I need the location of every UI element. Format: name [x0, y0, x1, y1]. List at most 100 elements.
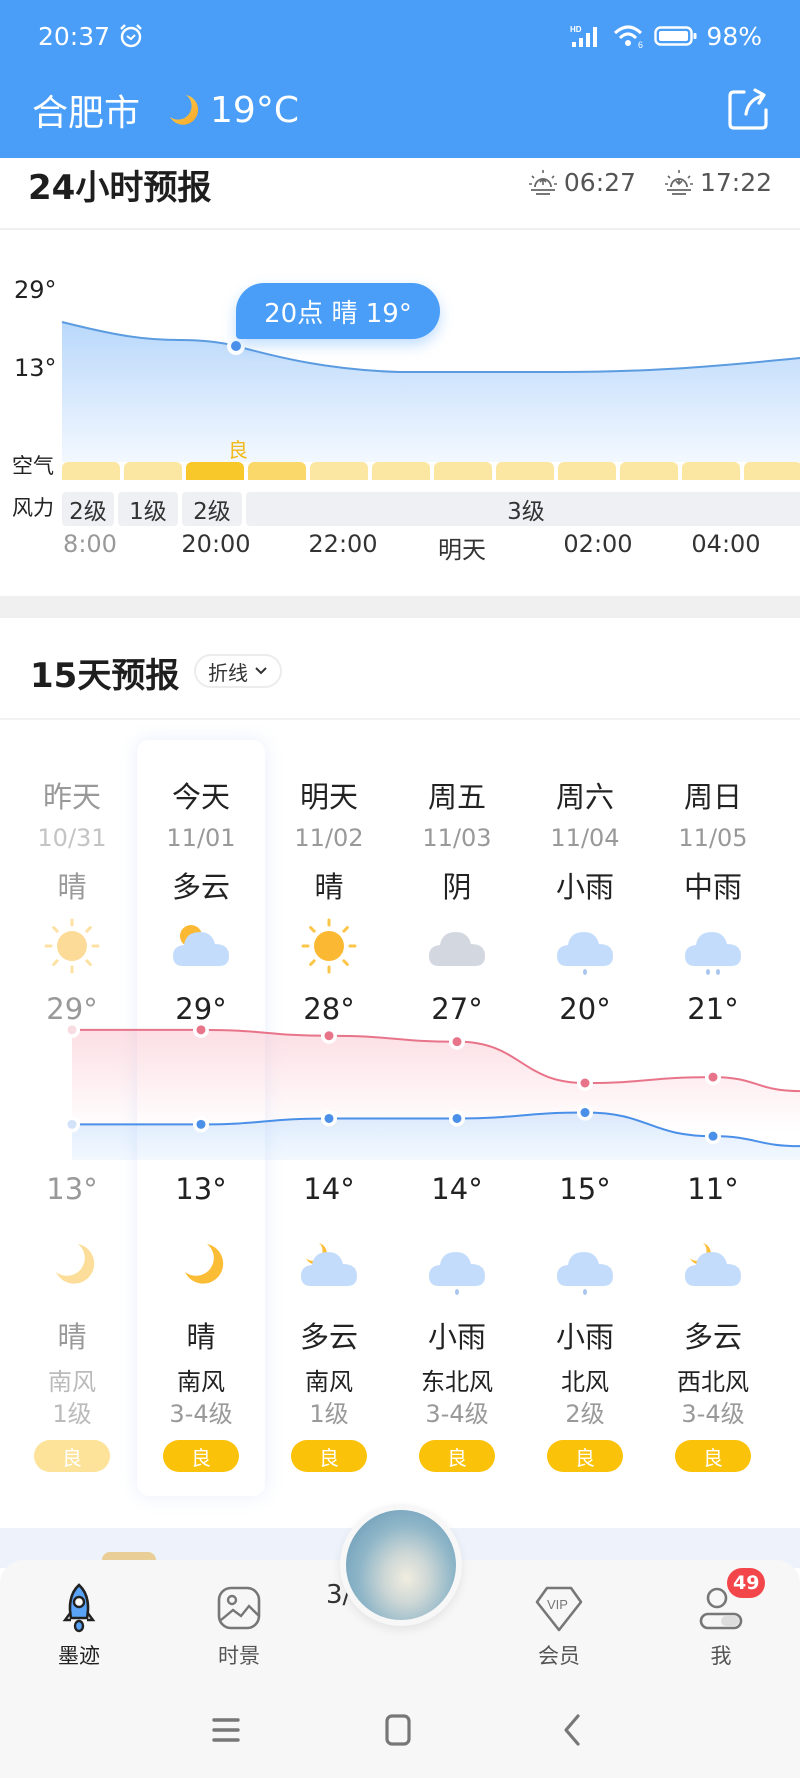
- status-time: 20:37: [38, 21, 111, 51]
- cloudy-night-icon: [685, 1243, 741, 1286]
- cloudy-night-icon: [301, 1243, 357, 1286]
- nav-label: 时景: [218, 1644, 260, 1668]
- wind-direction: 南风: [177, 1368, 225, 1396]
- day-name: 今天: [171, 780, 230, 814]
- day-column[interactable]: 明天 11/02 晴 28° 14° 多云 南风 1级 良: [265, 740, 393, 1496]
- nav-label: 墨迹: [58, 1644, 100, 1668]
- low-temp: 14°: [303, 1172, 355, 1206]
- hourly-title: 24小时预报: [28, 168, 212, 208]
- alarm-clock-icon: [120, 24, 142, 48]
- day-weather: 多云: [171, 870, 230, 904]
- chart-mode-dropdown[interactable]: 折线: [194, 654, 282, 688]
- partly-cloudy-icon: [173, 925, 229, 966]
- day-column[interactable]: 周六 11/04 小雨 20° 15° 小雨 北风 2级 良: [521, 740, 649, 1496]
- aq-cell: [496, 462, 554, 480]
- sun-times: 06:27 17:22: [510, 168, 772, 197]
- aqi-badge: 良: [291, 1440, 367, 1472]
- menu-icon[interactable]: [206, 1710, 246, 1750]
- moon-icon: [185, 1244, 224, 1284]
- day-weather-icon: [425, 914, 489, 978]
- nav-item-me[interactable]: 49 我: [666, 1568, 776, 1670]
- vip-icon: VIP: [535, 1586, 583, 1632]
- aqi-badge: 良: [34, 1440, 110, 1472]
- aq-cell: [558, 462, 616, 480]
- day-column[interactable]: 今天 11/01 多云 29° 13° 晴 南风 3-4级 良: [137, 740, 265, 1496]
- sun-icon: [44, 918, 100, 974]
- time-label: 04:00: [691, 530, 761, 558]
- home-icon[interactable]: [378, 1710, 418, 1750]
- day-date: 10/31: [37, 824, 107, 852]
- picture-icon: [217, 1586, 261, 1630]
- night-weather-icon: [40, 1234, 104, 1298]
- day-date: 11/03: [422, 824, 492, 852]
- high-temp: 20°: [559, 992, 611, 1026]
- night-weather: 多云: [299, 1320, 358, 1354]
- sunset-time: 17:22: [699, 168, 772, 197]
- signal-icon: HD: [570, 25, 598, 47]
- location-row[interactable]: 合肥市 19°C: [32, 84, 299, 136]
- divider: [0, 718, 800, 720]
- day-date: 11/05: [678, 824, 748, 852]
- aq-cell: [682, 462, 740, 480]
- low-temp: 13°: [175, 1172, 227, 1206]
- wind-direction: 西北风: [677, 1368, 749, 1396]
- daily-forecast-section: 15天预报 折线 昨天 10/31 晴 29° 13° 晴 南风 1级 良 今天…: [0, 618, 800, 1518]
- aq-cell: [372, 462, 430, 480]
- aqi-badge: 良: [163, 1440, 239, 1472]
- day-weather-icon: [297, 914, 361, 978]
- wifi-icon: 6: [614, 25, 643, 49]
- low-temp: 15°: [559, 1172, 611, 1206]
- day-column[interactable]: 昨天 10/31 晴 29° 13° 晴 南风 1级 良: [8, 740, 136, 1496]
- nav-item-vip[interactable]: VIP 会员: [504, 1582, 614, 1670]
- night-weather: 小雨: [555, 1320, 614, 1354]
- high-temp: 28°: [303, 992, 355, 1026]
- night-weather: 多云: [683, 1320, 742, 1354]
- nav-item-shijing[interactable]: 时景: [184, 1582, 294, 1670]
- night-weather-icon: [425, 1234, 489, 1298]
- aqi-badge: 良: [419, 1440, 495, 1472]
- aqi-badge: 良: [547, 1440, 623, 1472]
- wind-level: 3-4级: [681, 1400, 745, 1428]
- aq-cell: [744, 462, 800, 480]
- aq-cell: [434, 462, 492, 480]
- light-rain-icon: [557, 1252, 613, 1295]
- sunrise-icon: [528, 169, 557, 195]
- chevron-down-icon: [255, 667, 267, 675]
- city-name[interactable]: 合肥市: [32, 84, 140, 136]
- share-icon[interactable]: [724, 84, 772, 132]
- nav-item-moji[interactable]: 墨迹: [24, 1582, 134, 1670]
- sunrise-time: 06:27: [563, 168, 636, 197]
- wind-cell: 2级: [62, 492, 114, 526]
- day-weather: 晴: [314, 870, 344, 904]
- day-name: 周日: [683, 780, 742, 814]
- nav-label: 我: [710, 1644, 732, 1668]
- hourly-time-axis: 8:00 20:00 22:00 明天 02:00 04:00: [0, 530, 800, 570]
- wind-level: 2级: [565, 1400, 605, 1428]
- day-name: 周五: [427, 780, 486, 814]
- aq-cell: [620, 462, 678, 480]
- wind-direction: 北风: [561, 1368, 609, 1396]
- day-column[interactable]: 周五 11/03 阴 27° 14° 小雨 东北风 3-4级 良: [393, 740, 521, 1496]
- daily-title: 15天预报: [30, 656, 180, 696]
- moon-icon: [170, 95, 199, 125]
- wind-level: 1级: [309, 1400, 349, 1428]
- aq-cell: [248, 462, 306, 480]
- moon-icon: [56, 1244, 95, 1284]
- wind-level-bar: 2级 1级 2级 3级: [62, 492, 800, 526]
- chart-mode-label: 折线: [208, 660, 248, 685]
- moderate-rain-icon: [685, 932, 741, 975]
- day-weather-icon: [553, 914, 617, 978]
- wind-direction: 南风: [305, 1368, 353, 1396]
- time-label: 8:00: [63, 530, 117, 558]
- high-temp: 29°: [46, 992, 98, 1026]
- hourly-tooltip: 20点 晴 19°: [236, 283, 440, 339]
- svg-text:HD: HD: [570, 25, 582, 34]
- center-action-button[interactable]: [340, 1504, 462, 1626]
- night-weather: 小雨: [427, 1320, 486, 1354]
- back-icon[interactable]: [552, 1710, 592, 1750]
- day-column[interactable]: 周日 11/05 中雨 21° 11° 多云 西北风 3-4级 良: [649, 740, 777, 1496]
- day-name: 周六: [555, 780, 614, 814]
- svg-text:6: 6: [638, 40, 643, 49]
- low-temp: 14°: [431, 1172, 483, 1206]
- day-name: 明天: [299, 780, 358, 814]
